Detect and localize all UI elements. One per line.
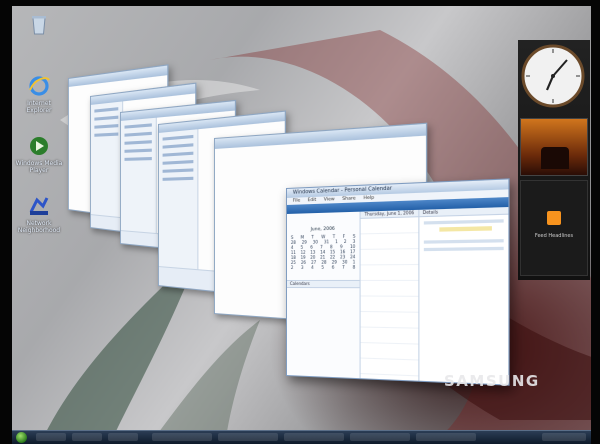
details-field[interactable] xyxy=(423,246,504,252)
time-slot[interactable] xyxy=(360,327,419,345)
rss-icon xyxy=(547,211,561,225)
window-nav-pane xyxy=(120,117,157,247)
feed-headlines-gadget[interactable]: Feed Headlines xyxy=(520,180,588,276)
desktop-icon-windows-media[interactable]: Windows Media Player xyxy=(14,134,64,174)
clock-gadget[interactable] xyxy=(520,40,586,112)
monitor-bezel-left xyxy=(0,0,12,444)
time-slot[interactable] xyxy=(360,233,419,250)
monitor-bezel-right xyxy=(591,0,600,444)
monitor-bezel-top xyxy=(0,0,600,6)
window-nav-pane xyxy=(158,129,199,290)
samsung-logo: SAMSUNG xyxy=(444,372,540,390)
day-view[interactable]: Thursday, June 1, 2006 xyxy=(360,209,420,381)
taskbar xyxy=(12,430,591,444)
mini-calendar[interactable]: SMTWTFS 28 29 30 31 1 2 3 4 5 6 7 8 9 10 11 12 13 14 15 1… xyxy=(291,233,356,269)
desktop-icon-label: Network Neighborhood xyxy=(17,220,61,234)
details-field[interactable] xyxy=(423,219,504,225)
menu-view[interactable]: View xyxy=(324,197,335,203)
details-color-chip[interactable] xyxy=(439,226,492,232)
recycle-bin-icon xyxy=(32,16,46,35)
menu-file[interactable]: File xyxy=(293,198,300,203)
desktop-icon-recycle-bin[interactable] xyxy=(14,12,64,38)
taskbar-button[interactable] xyxy=(218,433,278,441)
windows-media-icon xyxy=(30,137,48,155)
desktop-icon-network[interactable]: Network Neighborhood xyxy=(14,194,64,234)
taskbar-button[interactable] xyxy=(350,433,410,441)
window-titlebar xyxy=(68,65,168,87)
details-pane-header: Details xyxy=(419,207,509,218)
system-tray[interactable] xyxy=(542,433,586,441)
slideshow-gadget[interactable] xyxy=(520,118,588,176)
details-field[interactable] xyxy=(423,239,504,244)
photo-silhouette xyxy=(541,147,569,169)
calendar-body: June, 2006 SMTWTFS 28 29 30 31 1 2 3 4 5 6 7 8 9 10 … xyxy=(286,207,509,385)
internet-explorer-icon xyxy=(29,76,50,96)
navigation-pane: June, 2006 SMTWTFS 28 29 30 31 1 2 3 4 5 6 7 8 9 10 … xyxy=(286,211,361,379)
time-slot[interactable] xyxy=(360,249,419,266)
feed-gadget-caption: Feed Headlines xyxy=(534,233,574,239)
time-slot[interactable] xyxy=(360,280,419,297)
menu-edit[interactable]: Edit xyxy=(308,198,317,203)
details-pane: Details xyxy=(419,207,509,385)
taskbar-button[interactable] xyxy=(416,433,476,441)
flip3d-window-calendar[interactable]: Windows Calendar - Personal Calendar Fil… xyxy=(286,178,510,386)
menu-share[interactable]: Share xyxy=(342,196,355,202)
desktop-icon-label: Internet Explorer xyxy=(26,100,52,114)
taskbar-button[interactable] xyxy=(36,433,66,441)
window-nav-pane xyxy=(90,101,124,232)
network-icon xyxy=(29,197,49,215)
time-slot[interactable] xyxy=(360,358,419,377)
mini-calendar-month: June, 2006 xyxy=(310,226,335,233)
mini-calendar-week: 2345678 xyxy=(290,264,356,270)
taskbar-button[interactable] xyxy=(284,433,344,441)
desktop-icon-label: Windows Media Player xyxy=(15,160,63,174)
calendars-pane-header[interactable]: Calendars xyxy=(286,279,360,289)
time-slot[interactable] xyxy=(360,217,419,235)
start-button[interactable] xyxy=(16,432,27,443)
taskbar-button[interactable] xyxy=(108,433,138,441)
time-slot[interactable] xyxy=(360,296,419,313)
time-slot[interactable] xyxy=(360,311,419,329)
taskbar-button[interactable] xyxy=(152,433,212,441)
taskbar-button[interactable] xyxy=(72,433,102,441)
menu-help[interactable]: Help xyxy=(363,196,374,202)
desktop: Internet Explorer Windows Media Player N… xyxy=(0,0,600,444)
desktop-icon-internet-explorer[interactable]: Internet Explorer xyxy=(14,74,64,114)
time-slot[interactable] xyxy=(360,265,419,281)
